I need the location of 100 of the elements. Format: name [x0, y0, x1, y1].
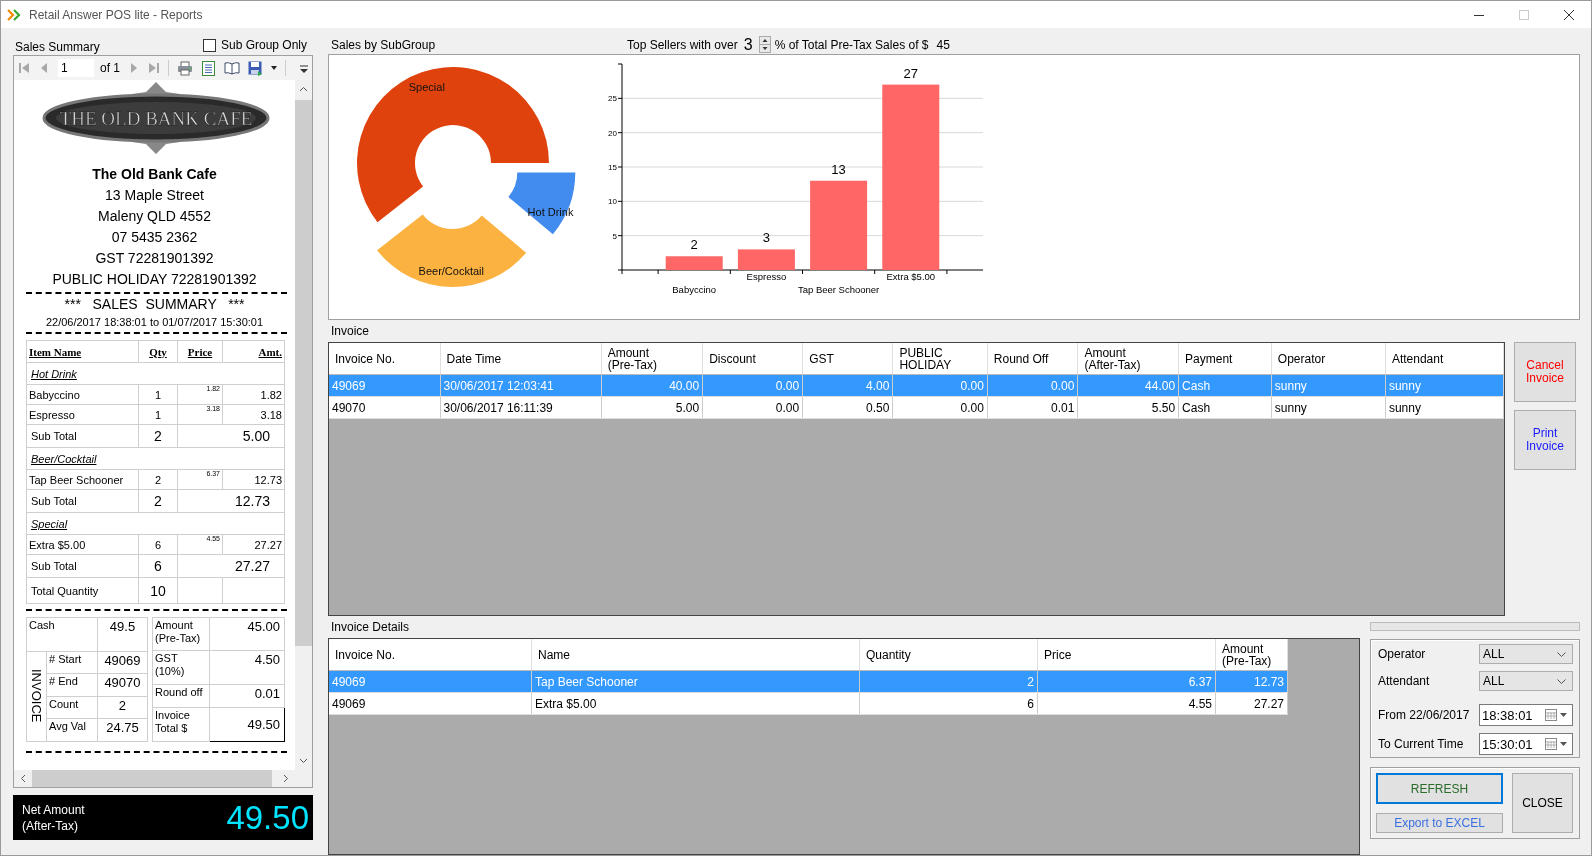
chevron-down-icon[interactable]	[1557, 651, 1566, 657]
page-count-label: of 1	[100, 61, 120, 75]
checkbox-label[interactable]: Sub Group Only	[220, 38, 307, 52]
table-cell: 6.37	[1037, 670, 1216, 693]
column-header[interactable]: Round Off	[987, 343, 1078, 375]
dropdown[interactable]: ALL	[1479, 644, 1573, 664]
category-label: Babyccino	[672, 284, 717, 295]
table-cell: 0.00	[987, 374, 1078, 397]
caret-icon[interactable]	[1560, 742, 1567, 746]
chart-bar	[737, 249, 795, 270]
column-header[interactable]: Discount	[702, 343, 803, 375]
column-header[interactable]: Attendant	[1385, 343, 1504, 375]
column-header[interactable]: GST	[802, 343, 893, 375]
column-header[interactable]: Amount (After-Tax)	[1077, 343, 1179, 375]
table-cell: Cash	[1178, 396, 1272, 419]
caret-icon[interactable]	[271, 66, 277, 70]
close-button[interactable]: CLOSE	[1512, 773, 1573, 833]
window-title: Retail Answer POS lite - Reports	[29, 7, 203, 22]
top-sellers-label: Top Sellers with over	[627, 37, 738, 52]
printer-icon[interactable]	[177, 60, 193, 76]
scrollbar-thumb[interactable]	[295, 100, 312, 646]
scroll-up-icon[interactable]	[299, 86, 308, 92]
sales-total: 45	[936, 37, 950, 52]
table-cell: 2	[97, 696, 148, 719]
table-cell: 49.50	[209, 707, 285, 742]
field-label: Operator	[1378, 647, 1427, 661]
address-line: GST 72281901392	[94, 249, 215, 268]
column-header[interactable]: Amount (Pre-Tax)	[601, 343, 703, 375]
table-cell: Cash	[26, 617, 98, 652]
table-cell: 30/06/2017 12:03:41	[440, 374, 602, 397]
page-field[interactable]: 1	[58, 59, 94, 77]
table-cell: 49069	[329, 692, 532, 715]
time-picker[interactable]: 15:30:01	[1479, 733, 1573, 755]
dropdown[interactable]: ALL	[1479, 671, 1573, 691]
table-cell: 30/06/2017 16:11:39	[440, 396, 602, 419]
panel-label: Sales by SubGroup	[330, 37, 437, 52]
column-header[interactable]: Quantity	[859, 639, 1038, 671]
table-cell: Tap Beer Schooner	[26, 469, 139, 490]
chevron-down-icon[interactable]	[1557, 678, 1566, 684]
table-cell: # End	[46, 673, 98, 697]
scroll-right-icon[interactable]	[283, 774, 289, 783]
table-cell: 3.18	[222, 404, 285, 425]
table-cell: 12.73	[177, 489, 285, 513]
slice-label: Beer/Cocktail	[418, 265, 484, 277]
section-label: Invoice Details	[331, 620, 410, 634]
column-header[interactable]: PUBLIC HOLIDAY	[892, 343, 988, 375]
export-button[interactable]: Export to EXCEL	[1376, 813, 1503, 833]
table-cell: Count	[46, 696, 98, 719]
column-header[interactable]: Operator	[1271, 343, 1386, 375]
table-cell: 1	[138, 404, 178, 425]
table-cell: 0.50	[802, 396, 893, 419]
print-invoice-button[interactable]: Print Invoice	[1514, 410, 1576, 470]
caret-icon[interactable]	[1560, 713, 1567, 717]
table-cell: 45.00	[209, 617, 285, 651]
group-heading: Hot Drink	[26, 362, 285, 385]
number-field[interactable]: 3	[741, 35, 755, 54]
table-cell: GST (10%)	[152, 650, 210, 685]
column-header[interactable]: Name	[531, 639, 860, 671]
up-down-arrows-icon[interactable]	[758, 36, 771, 53]
table-cell: 49069	[97, 651, 148, 674]
book-icon[interactable]	[224, 61, 240, 75]
table-cell: Round off	[152, 684, 210, 708]
tick-label: 5	[612, 231, 617, 241]
business-name: The Old Bank Cafe	[91, 165, 218, 184]
column-header[interactable]: Invoice No.	[329, 639, 532, 671]
table-cell: 5.00	[601, 396, 703, 419]
table-cell: Cash	[1178, 374, 1272, 397]
column-header[interactable]: Price	[1037, 639, 1216, 671]
save-icon[interactable]	[248, 60, 263, 76]
field-label: To Current Time	[1378, 737, 1465, 751]
time-picker[interactable]: 18:38:01	[1479, 704, 1573, 726]
scroll-left-icon[interactable]	[20, 774, 26, 783]
tick-label: 15	[608, 163, 617, 172]
calendar-icon[interactable]	[1545, 738, 1557, 750]
column-header[interactable]: Amount (Pre-Tax)	[1215, 639, 1288, 671]
table-row[interactable]: 49069 Extra $5.00 6 4.55 27.27	[329, 692, 1288, 715]
checkbox[interactable]	[202, 38, 216, 52]
address-line: 07 5435 2362	[110, 228, 199, 247]
column-header: Amt.	[222, 340, 285, 363]
table-cell: Babyccino	[26, 384, 139, 405]
field-label: From 22/06/2017	[1378, 708, 1471, 722]
column-header[interactable]: Date Time	[440, 343, 602, 375]
address-line: 13 Maple Street	[104, 186, 205, 205]
chart-bar	[665, 256, 723, 270]
group-heading: Special	[26, 512, 285, 535]
column-header[interactable]: Payment	[1178, 343, 1272, 375]
table-cell: Avg Val	[46, 718, 98, 742]
scroll-down-icon[interactable]	[299, 758, 308, 764]
calendar-icon[interactable]	[1545, 709, 1557, 721]
table-row[interactable]: 49070 30/06/2017 16:11:39 5.00 0.00 0.50 0.00 0.01 5.50 Cash sunny sunny	[329, 396, 1504, 419]
table-cell: 0.00	[702, 396, 803, 419]
refresh-button[interactable]: REFRESH	[1376, 773, 1503, 804]
table-cell: sunny	[1271, 396, 1386, 419]
toolbar-overflow-icon[interactable]	[300, 63, 308, 73]
close-icon[interactable]	[1563, 9, 1574, 20]
column-header[interactable]: Invoice No.	[329, 343, 440, 375]
table-cell: sunny	[1385, 374, 1504, 397]
page-layout-icon[interactable]	[201, 60, 216, 76]
table-cell: 44.00	[1077, 374, 1179, 397]
table-cell: 12.73	[1215, 670, 1288, 693]
